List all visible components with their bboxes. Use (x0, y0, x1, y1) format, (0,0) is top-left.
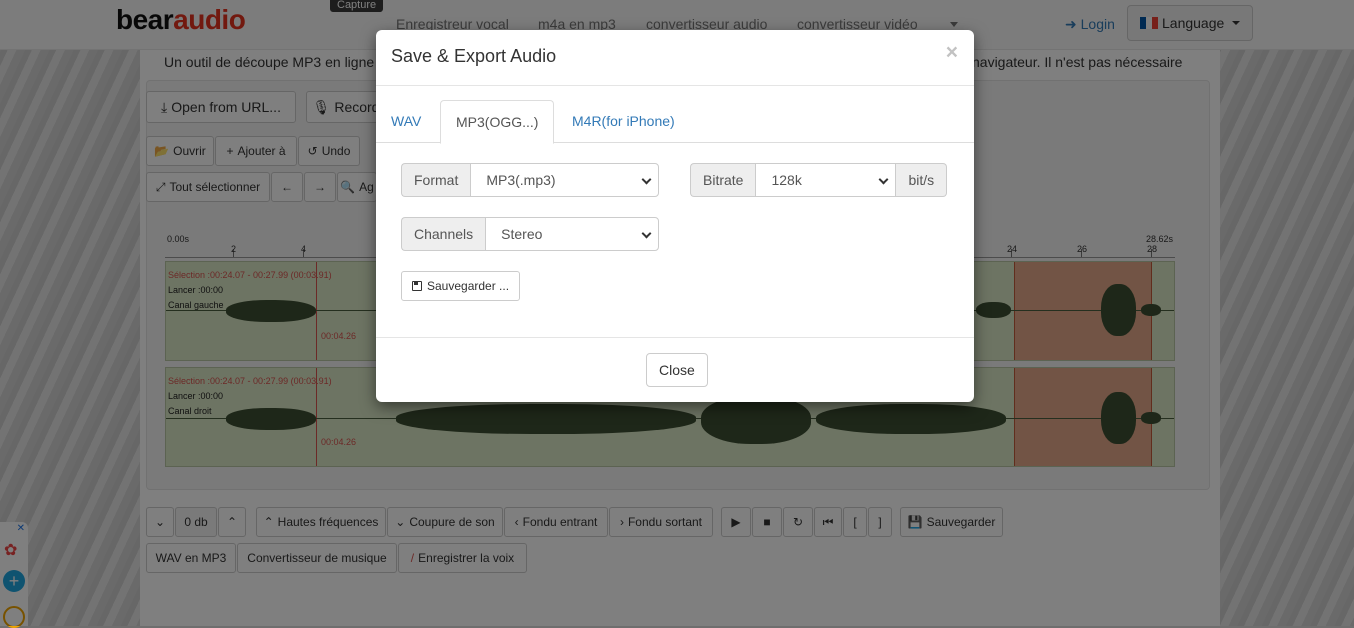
format-label: Format (401, 163, 471, 197)
channels-value: Stereo (501, 226, 543, 242)
close-button[interactable]: Close (646, 353, 708, 387)
bitrate-group: Bitrate 128k bit/s (690, 163, 948, 197)
bitrate-select[interactable]: 128k (755, 163, 897, 197)
bitrate-label: Bitrate (690, 163, 756, 197)
format-select[interactable]: MP3(.mp3) (470, 163, 660, 197)
tab-mp3[interactable]: MP3(OGG...) (440, 100, 555, 144)
channels-group: Channels Stereo (401, 217, 660, 251)
channels-select[interactable]: Stereo (485, 217, 660, 251)
export-dialog: Save & Export Audio × WAV MP3(OGG...) M4… (376, 30, 974, 402)
format-value: MP3(.mp3) (486, 172, 556, 188)
close-icon[interactable]: × (946, 42, 958, 63)
format-group: Format MP3(.mp3) (401, 163, 660, 197)
dialog-header: Save & Export Audio × (376, 30, 974, 86)
tab-wav[interactable]: WAV (376, 100, 436, 143)
dialog-footer: Close (376, 337, 974, 402)
save-export-label: Sauvegarder ... (427, 279, 510, 293)
format-tabs: WAV MP3(OGG...) M4R(for iPhone) (376, 100, 974, 144)
tab-m4r[interactable]: M4R(for iPhone) (557, 100, 690, 143)
dialog-title: Save & Export Audio (391, 46, 557, 66)
channels-label: Channels (401, 217, 486, 251)
chevron-down-icon (641, 228, 652, 239)
floppy-icon (412, 281, 422, 291)
chevron-down-icon (879, 174, 889, 185)
chevron-down-icon (641, 174, 652, 185)
bitrate-unit: bit/s (896, 163, 948, 197)
save-export-button[interactable]: Sauvegarder ... (401, 271, 521, 301)
bitrate-value: 128k (771, 172, 802, 188)
